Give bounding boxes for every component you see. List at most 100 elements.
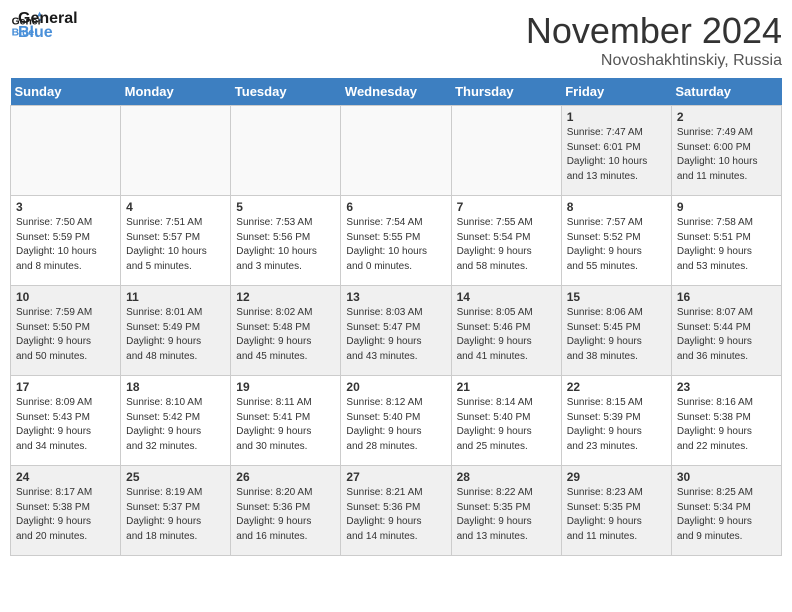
day-number: 4	[126, 200, 225, 214]
day-info: Sunrise: 8:21 AM Sunset: 5:36 PM Dayligh…	[346, 486, 445, 544]
day-number: 3	[16, 200, 115, 214]
day-cell: 27 Sunrise: 8:21 AM Sunset: 5:36 PM Dayli…	[341, 466, 451, 556]
day-info: Sunrise: 8:01 AM Sunset: 5:49 PM Dayligh…	[126, 306, 225, 364]
logo-text-blue: Blue	[18, 24, 78, 42]
day-info: Sunrise: 8:17 AM Sunset: 5:38 PM Dayligh…	[16, 486, 115, 544]
day-info: Sunrise: 8:10 AM Sunset: 5:42 PM Dayligh…	[126, 396, 225, 454]
day-number: 17	[16, 380, 115, 394]
day-cell	[11, 106, 121, 196]
calendar-table: SundayMondayTuesdayWednesdayThursdayFrid…	[10, 78, 782, 556]
location-title: Novoshakhtinskiy, Russia	[526, 52, 782, 70]
day-number: 28	[457, 470, 556, 484]
day-info: Sunrise: 8:15 AM Sunset: 5:39 PM Dayligh…	[567, 396, 666, 454]
day-number: 16	[677, 290, 776, 304]
day-cell: 3 Sunrise: 7:50 AM Sunset: 5:59 PM Daylig…	[11, 196, 121, 286]
day-info: Sunrise: 8:16 AM Sunset: 5:38 PM Dayligh…	[677, 396, 776, 454]
day-info: Sunrise: 7:55 AM Sunset: 5:54 PM Dayligh…	[457, 216, 556, 274]
day-cell: 26Sunrise: 8:20 AM Sunset: 5:36 PM Dayli…	[231, 466, 341, 556]
day-cell: 22 Sunrise: 8:15 AM Sunset: 5:39 PM Dayli…	[561, 376, 671, 466]
week-row-1: 1Sunrise: 7:47 AM Sunset: 6:01 PM Daylig…	[11, 106, 782, 196]
day-cell: 30 Sunrise: 8:25 AM Sunset: 5:34 PM Dayli…	[671, 466, 781, 556]
day-cell: 29 Sunrise: 8:23 AM Sunset: 5:35 PM Dayli…	[561, 466, 671, 556]
day-info: Sunrise: 8:25 AM Sunset: 5:34 PM Dayligh…	[677, 486, 776, 544]
day-info: Sunrise: 8:22 AM Sunset: 5:35 PM Dayligh…	[457, 486, 556, 544]
day-cell: 16 Sunrise: 8:07 AM Sunset: 5:44 PM Dayli…	[671, 286, 781, 376]
day-number: 14	[457, 290, 556, 304]
logo: General Blue General Blue	[10, 10, 78, 42]
day-number: 18	[126, 380, 225, 394]
day-info: Sunrise: 8:09 AM Sunset: 5:43 PM Dayligh…	[16, 396, 115, 454]
day-info: Sunrise: 8:06 AM Sunset: 5:45 PM Dayligh…	[567, 306, 666, 364]
day-cell: 24 Sunrise: 8:17 AM Sunset: 5:38 PM Dayli…	[11, 466, 121, 556]
day-cell: 5 Sunrise: 7:53 AM Sunset: 5:56 PM Daylig…	[231, 196, 341, 286]
day-number: 27	[346, 470, 445, 484]
day-number: 10	[16, 290, 115, 304]
day-info: Sunrise: 7:58 AM Sunset: 5:51 PM Dayligh…	[677, 216, 776, 274]
day-number: 11	[126, 290, 225, 304]
day-number: 29	[567, 470, 666, 484]
day-number: 6	[346, 200, 445, 214]
day-cell: 10Sunrise: 7:59 AM Sunset: 5:50 PM Dayli…	[11, 286, 121, 376]
day-cell: 20Sunrise: 8:12 AM Sunset: 5:40 PM Dayli…	[341, 376, 451, 466]
day-info: Sunrise: 8:12 AM Sunset: 5:40 PM Dayligh…	[346, 396, 445, 454]
day-cell: 15Sunrise: 8:06 AM Sunset: 5:45 PM Dayli…	[561, 286, 671, 376]
day-info: Sunrise: 8:03 AM Sunset: 5:47 PM Dayligh…	[346, 306, 445, 364]
day-info: Sunrise: 7:53 AM Sunset: 5:56 PM Dayligh…	[236, 216, 335, 274]
day-info: Sunrise: 7:54 AM Sunset: 5:55 PM Dayligh…	[346, 216, 445, 274]
day-cell	[451, 106, 561, 196]
weekday-header-sunday: Sunday	[11, 78, 121, 106]
weekday-header-saturday: Saturday	[671, 78, 781, 106]
day-cell: 19 Sunrise: 8:11 AM Sunset: 5:41 PM Dayli…	[231, 376, 341, 466]
day-info: Sunrise: 7:51 AM Sunset: 5:57 PM Dayligh…	[126, 216, 225, 274]
day-info: Sunrise: 7:47 AM Sunset: 6:01 PM Dayligh…	[567, 126, 666, 184]
day-cell	[341, 106, 451, 196]
day-cell: 6 Sunrise: 7:54 AM Sunset: 5:55 PM Daylig…	[341, 196, 451, 286]
day-cell: 21Sunrise: 8:14 AM Sunset: 5:40 PM Dayli…	[451, 376, 561, 466]
day-number: 12	[236, 290, 335, 304]
day-cell	[231, 106, 341, 196]
month-title: November 2024	[526, 10, 782, 52]
day-info: Sunrise: 8:14 AM Sunset: 5:40 PM Dayligh…	[457, 396, 556, 454]
day-info: Sunrise: 7:49 AM Sunset: 6:00 PM Dayligh…	[677, 126, 776, 184]
week-row-3: 10Sunrise: 7:59 AM Sunset: 5:50 PM Dayli…	[11, 286, 782, 376]
header-row: SundayMondayTuesdayWednesdayThursdayFrid…	[11, 78, 782, 106]
weekday-header-tuesday: Tuesday	[231, 78, 341, 106]
day-cell: 28 Sunrise: 8:22 AM Sunset: 5:35 PM Dayli…	[451, 466, 561, 556]
day-number: 8	[567, 200, 666, 214]
day-info: Sunrise: 8:19 AM Sunset: 5:37 PM Dayligh…	[126, 486, 225, 544]
day-cell: 8 Sunrise: 7:57 AM Sunset: 5:52 PM Daylig…	[561, 196, 671, 286]
week-row-4: 17 Sunrise: 8:09 AM Sunset: 5:43 PM Dayli…	[11, 376, 782, 466]
day-number: 24	[16, 470, 115, 484]
day-number: 5	[236, 200, 335, 214]
weekday-header-thursday: Thursday	[451, 78, 561, 106]
day-cell: 2 Sunrise: 7:49 AM Sunset: 6:00 PM Daylig…	[671, 106, 781, 196]
week-row-5: 24 Sunrise: 8:17 AM Sunset: 5:38 PM Dayli…	[11, 466, 782, 556]
day-cell: 9 Sunrise: 7:58 AM Sunset: 5:51 PM Daylig…	[671, 196, 781, 286]
week-row-2: 3 Sunrise: 7:50 AM Sunset: 5:59 PM Daylig…	[11, 196, 782, 286]
weekday-header-monday: Monday	[121, 78, 231, 106]
day-cell: 23Sunrise: 8:16 AM Sunset: 5:38 PM Dayli…	[671, 376, 781, 466]
day-cell: 14Sunrise: 8:05 AM Sunset: 5:46 PM Dayli…	[451, 286, 561, 376]
day-cell: 12 Sunrise: 8:02 AM Sunset: 5:48 PM Dayli…	[231, 286, 341, 376]
header: General Blue General Blue November 2024 …	[10, 10, 782, 70]
day-number: 25	[126, 470, 225, 484]
day-number: 30	[677, 470, 776, 484]
day-number: 19	[236, 380, 335, 394]
day-cell: 17 Sunrise: 8:09 AM Sunset: 5:43 PM Dayli…	[11, 376, 121, 466]
day-number: 13	[346, 290, 445, 304]
day-cell: 25 Sunrise: 8:19 AM Sunset: 5:37 PM Dayli…	[121, 466, 231, 556]
day-info: Sunrise: 8:07 AM Sunset: 5:44 PM Dayligh…	[677, 306, 776, 364]
day-cell: 4 Sunrise: 7:51 AM Sunset: 5:57 PM Daylig…	[121, 196, 231, 286]
day-info: Sunrise: 7:50 AM Sunset: 5:59 PM Dayligh…	[16, 216, 115, 274]
weekday-header-wednesday: Wednesday	[341, 78, 451, 106]
day-info: Sunrise: 8:20 AM Sunset: 5:36 PM Dayligh…	[236, 486, 335, 544]
day-info: Sunrise: 7:57 AM Sunset: 5:52 PM Dayligh…	[567, 216, 666, 274]
day-info: Sunrise: 8:11 AM Sunset: 5:41 PM Dayligh…	[236, 396, 335, 454]
day-number: 2	[677, 110, 776, 124]
day-number: 9	[677, 200, 776, 214]
day-info: Sunrise: 8:02 AM Sunset: 5:48 PM Dayligh…	[236, 306, 335, 364]
day-info: Sunrise: 8:23 AM Sunset: 5:35 PM Dayligh…	[567, 486, 666, 544]
day-number: 7	[457, 200, 556, 214]
day-number: 22	[567, 380, 666, 394]
day-cell: 13 Sunrise: 8:03 AM Sunset: 5:47 PM Dayli…	[341, 286, 451, 376]
